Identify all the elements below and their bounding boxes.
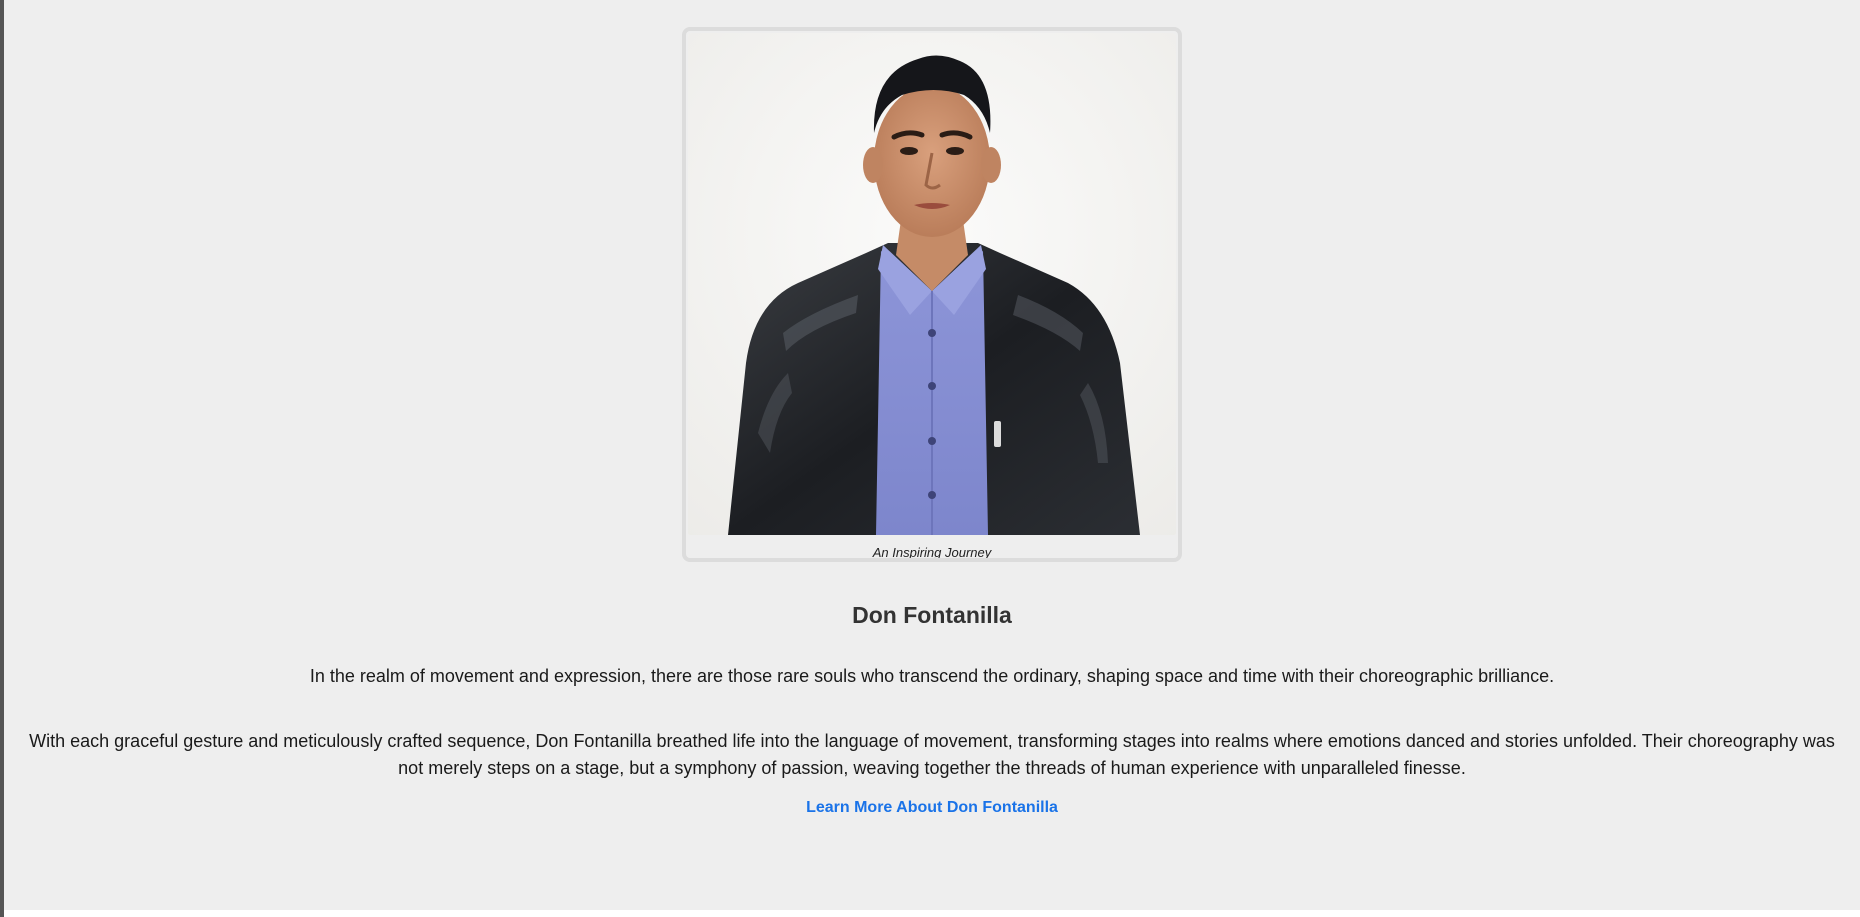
profile-photo: [688, 33, 1176, 535]
learn-more-container: Learn More About Don Fontanilla: [4, 799, 1860, 817]
bottom-strip: [4, 910, 1860, 917]
portrait-image: [688, 33, 1176, 535]
intro-paragraph: In the realm of movement and expression,…: [309, 666, 1555, 686]
profile-name-heading: Don Fontanilla: [852, 602, 1012, 628]
photo-caption: An Inspiring Journey: [872, 545, 992, 560]
profile-page: An Inspiring Journey Don Fontanilla In t…: [4, 0, 1860, 910]
learn-more-link[interactable]: Learn More About Don Fontanilla: [806, 799, 1058, 816]
description-paragraph: With each graceful gesture and meticulou…: [29, 731, 1835, 778]
profile-figure: An Inspiring Journey: [682, 27, 1182, 562]
